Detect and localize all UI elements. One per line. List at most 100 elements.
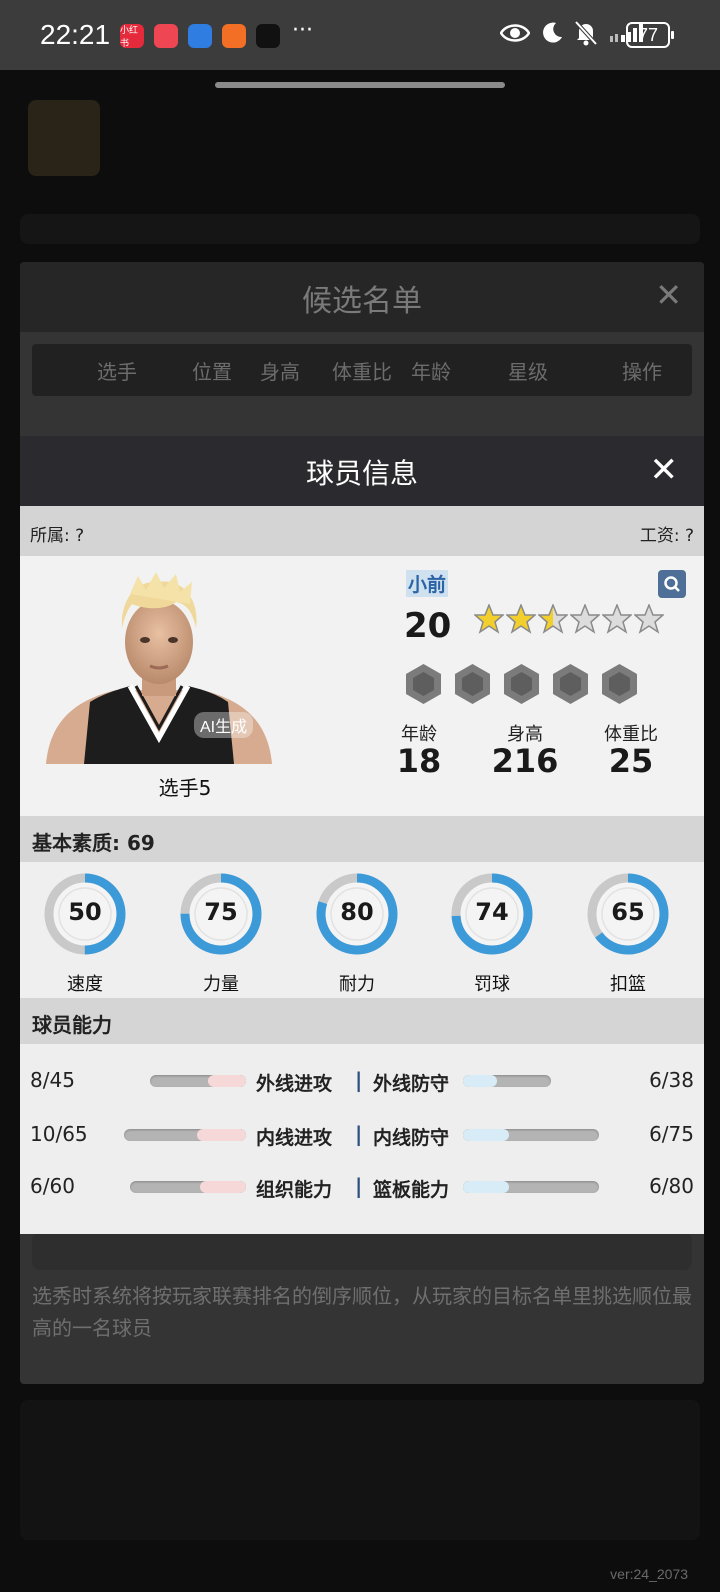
skill-slot[interactable] xyxy=(602,664,637,704)
attribute-ring: 80 耐力 xyxy=(313,870,401,995)
candidate-list-title: 候选名单 xyxy=(302,284,422,319)
weight-ratio-value: 25 xyxy=(608,742,654,780)
notification-apps: 小红书 xyxy=(120,24,280,48)
attribute-label: 罚球 xyxy=(474,974,510,995)
battery-indicator: 77 xyxy=(626,22,674,48)
moon-icon xyxy=(543,22,562,43)
left-ability-fill xyxy=(199,1181,246,1193)
attribute-ring: 65 扣篮 xyxy=(584,870,672,995)
left-ability-bar xyxy=(124,1129,246,1141)
ability-row: 8/45 外线进攻 | 外线防守 6/38 xyxy=(20,1056,704,1106)
right-ability-label: 外线防守 xyxy=(373,1073,450,1095)
attribute-label: 扣篮 xyxy=(610,974,646,995)
left-ability-value: 10/65 xyxy=(30,1122,88,1146)
draft-rule-text: 选秀时系统将按玩家联赛排名的倒序顺位，从玩家的目标名单里挑选顺位最高的一名球员 xyxy=(32,1284,692,1340)
ability-row: 10/65 内线进攻 | 内线防守 6/75 xyxy=(20,1110,704,1160)
drag-handle[interactable] xyxy=(215,82,505,88)
skill-slot[interactable] xyxy=(455,664,490,704)
right-ability-fill xyxy=(463,1129,510,1141)
position-badge: 小前 xyxy=(406,570,449,597)
attribute-ring: 75 力量 xyxy=(177,870,265,995)
version-label: ver:24_2073 xyxy=(610,1566,688,1582)
left-ability-label: 组织能力 xyxy=(256,1179,333,1201)
right-ability-value: 6/38 xyxy=(649,1068,694,1092)
right-ability-bar xyxy=(463,1075,551,1087)
left-ability-value: 8/45 xyxy=(30,1068,75,1092)
clock: 22:21 xyxy=(40,19,111,50)
ability-separator: | xyxy=(355,1122,363,1146)
bell-muted-icon xyxy=(574,20,598,46)
right-ability-fill xyxy=(463,1075,497,1087)
attribute-label: 耐力 xyxy=(339,974,375,995)
star-icon xyxy=(538,604,568,634)
column-action: 操作 xyxy=(622,360,662,384)
star-icon xyxy=(602,604,632,634)
team-label: 所属: ? xyxy=(30,526,85,546)
attribute-value: 80 xyxy=(340,898,374,926)
right-ability-value: 6/80 xyxy=(649,1174,694,1198)
player-info-dialog: 球员信息 ✕ 所属: ? 工资: ? AI生成 选手5 小前 20 年龄 18 … xyxy=(20,436,704,1234)
player-summary: AI生成 选手5 小前 20 年龄 18 身高 216 体重比 25 xyxy=(20,556,704,816)
attribute-ring: 74 罚球 xyxy=(448,870,536,995)
age-value: 18 xyxy=(396,742,442,780)
browser-icon xyxy=(188,24,212,48)
right-ability-label: 内线防守 xyxy=(373,1127,450,1149)
right-ability-bar xyxy=(463,1129,599,1141)
send-icon xyxy=(222,24,246,48)
column-weight-ratio: 体重比 xyxy=(332,360,392,384)
right-ability-value: 6/75 xyxy=(649,1122,694,1146)
candidate-table-header: 选手 位置 身高 体重比 年龄 星级 操作 xyxy=(32,344,692,396)
star-icon xyxy=(634,604,664,634)
player-search-button[interactable] xyxy=(658,570,686,598)
background-avatar xyxy=(28,100,100,176)
team-salary-band: 所属: ? 工资: ? xyxy=(20,506,704,556)
ability-separator: | xyxy=(355,1174,363,1198)
star-icon xyxy=(506,604,536,634)
more-notifications-icon: ··· xyxy=(292,18,313,43)
player-info-title: 球员信息 xyxy=(305,457,418,490)
salary-label: 工资: ? xyxy=(639,526,694,546)
column-position: 位置 xyxy=(192,360,232,384)
left-ability-fill xyxy=(207,1075,246,1087)
base-quality-section: 基本素质: 69 xyxy=(20,816,704,862)
player-rating: 20 xyxy=(404,606,452,646)
xiaohongshu-icon: 小红书 xyxy=(120,24,144,48)
attribute-value: 65 xyxy=(611,898,645,926)
column-player: 选手 xyxy=(97,360,137,384)
background-bar xyxy=(20,214,700,244)
star-icon xyxy=(570,604,600,634)
star-rating xyxy=(474,604,664,634)
attribute-value: 74 xyxy=(475,898,509,926)
skill-slot[interactable] xyxy=(553,664,588,704)
right-ability-fill xyxy=(463,1181,510,1193)
ability-row: 6/60 组织能力 | 篮板能力 6/80 xyxy=(20,1162,704,1212)
attribute-label: 速度 xyxy=(67,974,103,995)
magnifier-icon xyxy=(664,576,680,592)
star-icon xyxy=(474,604,504,634)
right-ability-label: 篮板能力 xyxy=(373,1179,450,1201)
screen: { "status_bar": { "time": "22:21", "apps… xyxy=(0,0,720,1592)
player-name: 选手5 xyxy=(158,776,212,800)
right-ability-bar xyxy=(463,1181,599,1193)
candidate-list-close-button[interactable]: ✕ xyxy=(655,276,682,314)
column-height: 身高 xyxy=(260,360,300,384)
left-ability-label: 内线进攻 xyxy=(256,1127,333,1149)
candidate-row[interactable] xyxy=(32,1232,692,1270)
base-quality-title: 基本素质: 69 xyxy=(32,831,155,855)
attribute-value: 50 xyxy=(68,898,102,926)
skill-slot[interactable] xyxy=(406,664,441,704)
ability-table: 8/45 外线进攻 | 外线防守 6/38 10/65 内线进攻 | 内线防守 6/75 6/60 组… xyxy=(20,1044,704,1234)
left-ability-value: 6/60 xyxy=(30,1174,75,1198)
ability-section: 球员能力 xyxy=(20,998,704,1044)
left-ability-label: 外线进攻 xyxy=(256,1073,333,1095)
status-bar: 22:21 小红书 ··· 77 xyxy=(0,0,720,70)
capcut-icon xyxy=(256,24,280,48)
left-ability-bar xyxy=(130,1181,246,1193)
candidate-list-header: 候选名单 ✕ xyxy=(20,262,704,332)
skill-slot[interactable] xyxy=(504,664,539,704)
ability-title: 球员能力 xyxy=(32,1013,112,1037)
ai-generated-tag: AI生成 xyxy=(194,712,254,738)
player-info-header: 球员信息 ✕ xyxy=(20,436,704,506)
attribute-ring: 50 速度 xyxy=(41,870,129,995)
player-info-close-button[interactable]: ✕ xyxy=(650,450,679,490)
